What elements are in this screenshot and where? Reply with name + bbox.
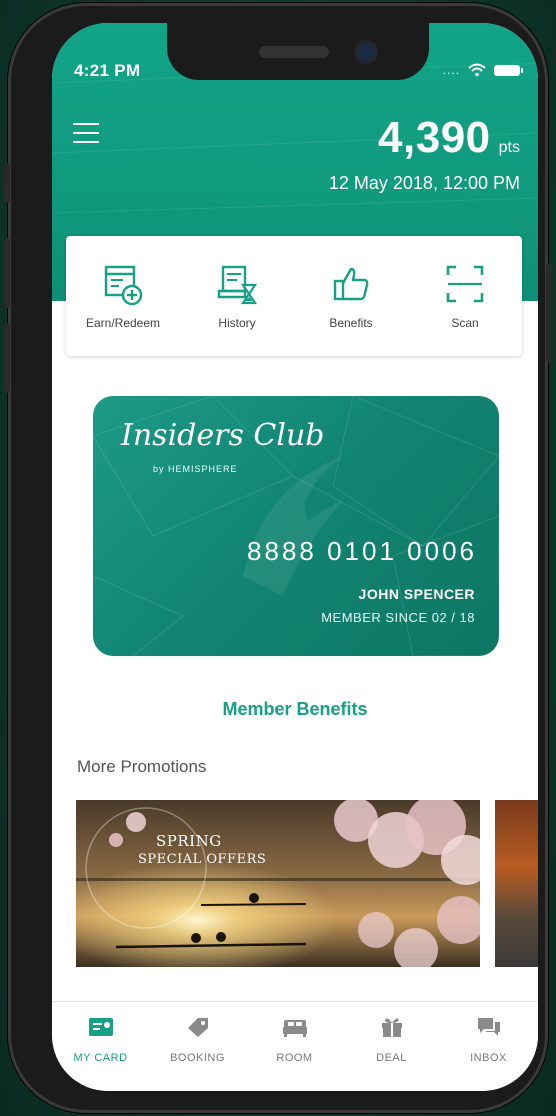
card-logo: Insiders Club bbox=[121, 418, 325, 453]
card-number: 8888 0101 0006 bbox=[247, 536, 477, 566]
menu-button[interactable] bbox=[73, 123, 99, 143]
points-balance: 4,390 pts bbox=[378, 113, 520, 163]
promotion-banner-spring[interactable]: SPRING SPECIAL OFFERS bbox=[76, 800, 480, 967]
member-benefits-link[interactable]: Member Benefits bbox=[52, 699, 538, 720]
benefits-button[interactable]: Benefits bbox=[294, 236, 408, 356]
scan-button[interactable]: Scan bbox=[408, 236, 522, 356]
promotion-banner-next[interactable] bbox=[495, 800, 538, 967]
earn-redeem-label: Earn/Redeem bbox=[85, 316, 161, 330]
camera bbox=[357, 43, 375, 61]
history-button[interactable]: History bbox=[180, 236, 294, 356]
history-label: History bbox=[218, 316, 256, 330]
status-icons: .... bbox=[442, 63, 523, 77]
tab-my-card-label: MY CARD bbox=[73, 1052, 128, 1064]
wifi-icon bbox=[468, 63, 486, 77]
bottom-tab-bar: MY CARD BOOKING ROOM DEAL INBOX bbox=[52, 1001, 538, 1091]
quick-actions: Earn/Redeem History Benefits Scan bbox=[66, 236, 522, 356]
power-button bbox=[546, 263, 552, 363]
status-time: 4:21 PM bbox=[74, 61, 141, 80]
points-value: 4,390 bbox=[378, 113, 491, 162]
phone-frame: 4:21 PM .... 4,390 pts 12 May 2018, 12:0… bbox=[4, 3, 552, 1113]
signal-icon: .... bbox=[442, 63, 460, 77]
tab-booking[interactable]: BOOKING bbox=[149, 1002, 246, 1072]
tab-room[interactable]: ROOM bbox=[246, 1002, 343, 1072]
notch bbox=[167, 23, 429, 80]
points-datetime: 12 May 2018, 12:00 PM bbox=[328, 173, 520, 193]
chat-icon bbox=[478, 1018, 500, 1036]
points-unit: pts bbox=[498, 139, 520, 156]
benefits-label: Benefits bbox=[329, 316, 373, 330]
card-holder-name: JOHN SPENCER bbox=[358, 586, 475, 602]
calendar-add-icon bbox=[104, 265, 143, 306]
promotion-image bbox=[76, 800, 480, 967]
history-icon bbox=[217, 265, 257, 305]
bed-icon bbox=[283, 1020, 307, 1037]
mute-switch bbox=[4, 163, 10, 203]
gift-icon bbox=[382, 1018, 402, 1037]
card-logo-by: by HEMISPHERE bbox=[153, 464, 238, 474]
member-since: MEMBER SINCE 02 / 18 bbox=[321, 610, 475, 625]
battery-icon bbox=[494, 64, 523, 76]
earn-redeem-button[interactable]: Earn/Redeem bbox=[66, 236, 180, 356]
tab-deal[interactable]: DEAL bbox=[343, 1002, 440, 1072]
scan-label: Scan bbox=[451, 316, 479, 330]
app-screen: 4:21 PM .... 4,390 pts 12 May 2018, 12:0… bbox=[52, 23, 538, 1091]
tab-room-label: ROOM bbox=[276, 1052, 313, 1064]
tag-icon bbox=[188, 1018, 208, 1037]
volume-down-button bbox=[4, 323, 10, 393]
card-icon bbox=[89, 1018, 113, 1036]
tab-inbox[interactable]: INBOX bbox=[440, 1002, 537, 1072]
tab-deal-label: DEAL bbox=[376, 1052, 407, 1064]
volume-up-button bbox=[4, 238, 10, 308]
scan-icon bbox=[446, 265, 484, 303]
membership-card[interactable]: Insiders Club by HEMISPHERE 8888 0101 00… bbox=[93, 396, 499, 656]
tab-my-card[interactable]: MY CARD bbox=[52, 1002, 149, 1072]
tab-inbox-label: INBOX bbox=[470, 1052, 507, 1064]
promotion-title-line2: SPECIAL OFFERS bbox=[138, 852, 267, 867]
promotion-title-line1: SPRING bbox=[156, 832, 222, 850]
more-promotions-title: More Promotions bbox=[77, 757, 207, 776]
tab-booking-label: BOOKING bbox=[170, 1052, 225, 1064]
speaker bbox=[259, 46, 329, 58]
thumbs-up-icon bbox=[333, 267, 369, 301]
